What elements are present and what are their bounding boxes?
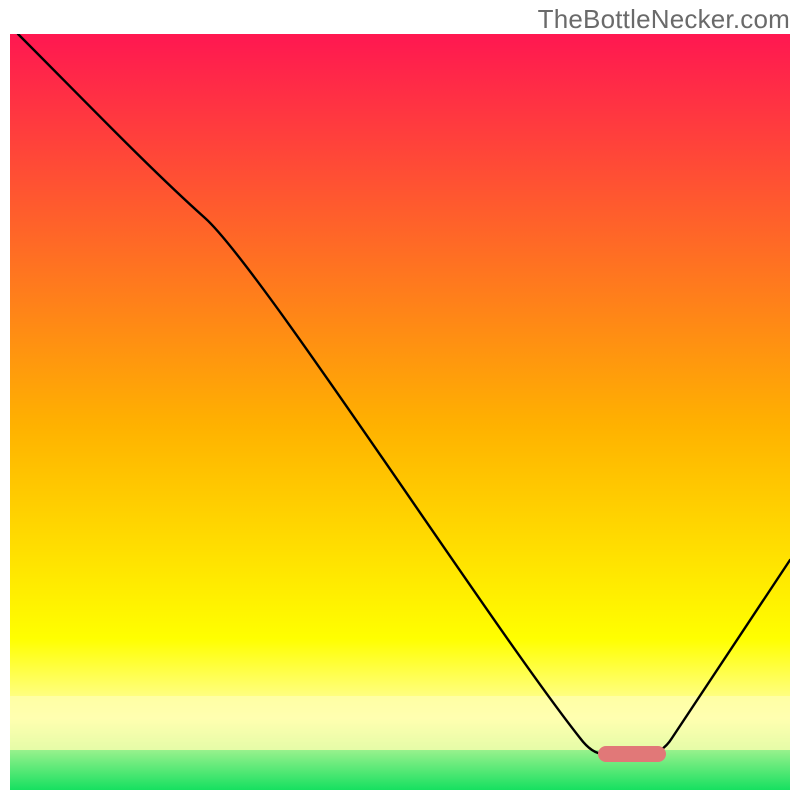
gradient-background bbox=[10, 34, 790, 790]
watermark-text: TheBottleNecker.com bbox=[538, 4, 790, 35]
chart-container: TheBottleNecker.com bbox=[0, 0, 800, 800]
pale-yellow-band bbox=[10, 696, 790, 750]
plot-area bbox=[10, 34, 790, 790]
chart-svg bbox=[10, 34, 790, 790]
optimal-range-bar bbox=[598, 746, 666, 762]
